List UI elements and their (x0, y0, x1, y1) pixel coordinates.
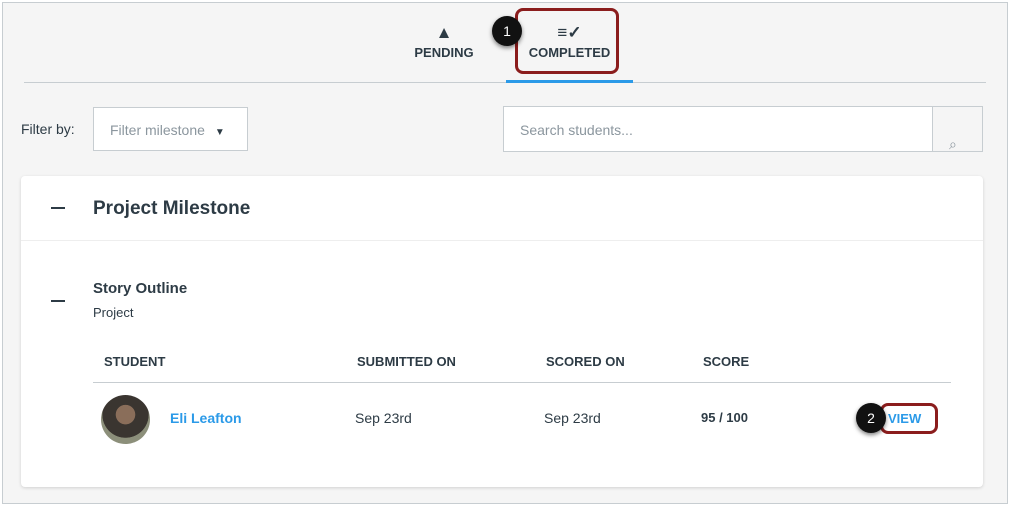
collapse-assignment-icon[interactable] (51, 300, 65, 302)
search-button[interactable]: ⌕ (932, 107, 982, 152)
assignment-type: Project (93, 305, 134, 320)
milestone-header: Project Milestone (21, 176, 983, 241)
milestone-card: Project Milestone Story Outline Project … (21, 176, 983, 487)
student-link[interactable]: Eli Leafton (170, 410, 242, 426)
header-score: SCORE (703, 354, 750, 369)
highlight-box (515, 8, 619, 74)
active-tab-indicator (506, 80, 633, 83)
score: 95 / 100 (701, 410, 748, 425)
search-students[interactable]: Search students... ⌕ (503, 106, 983, 152)
tab-label: PENDING (414, 45, 474, 60)
tab-pending[interactable]: ▲ PENDING (404, 23, 484, 60)
search-input[interactable]: Search students... (520, 122, 633, 138)
callout-badge: 2 (856, 403, 886, 433)
filter-milestone-select[interactable]: Filter milestone ▼ (93, 107, 248, 151)
assignment-title: Story Outline (93, 280, 188, 297)
filter-label: Filter by: (21, 121, 75, 137)
submitted-date: Sep 23rd (355, 410, 412, 426)
search-icon: ⌕ (949, 136, 957, 152)
filter-placeholder: Filter milestone (110, 122, 205, 138)
milestone-title: Project Milestone (93, 198, 251, 219)
divider (93, 382, 951, 383)
caret-down-icon: ▼ (214, 127, 225, 138)
highlight-box (880, 403, 938, 434)
avatar (101, 395, 150, 444)
header-submitted: SUBMITTED ON (357, 354, 456, 369)
header-student: STUDENT (104, 354, 166, 369)
callout-badge: 1 (492, 16, 522, 46)
collapse-milestone-icon[interactable] (51, 207, 65, 209)
header-scored: SCORED ON (546, 354, 625, 369)
scored-date: Sep 23rd (544, 410, 601, 426)
warning-icon: ▲ (435, 23, 453, 42)
